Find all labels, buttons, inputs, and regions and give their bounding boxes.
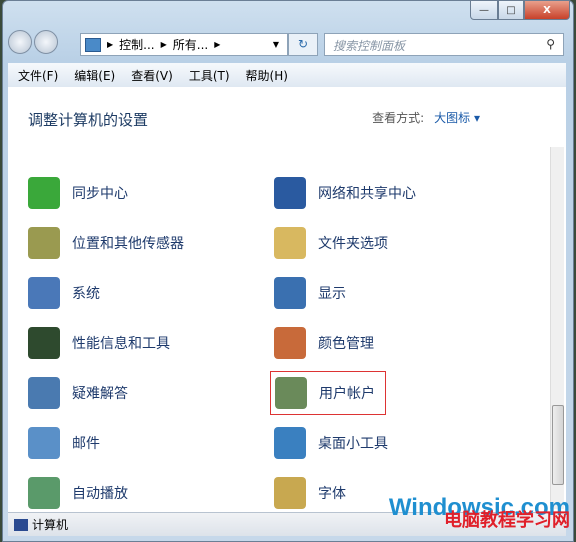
menu-edit[interactable]: 编辑(E) <box>74 67 115 84</box>
item-label: 网络和共享中心 <box>318 186 416 202</box>
control-panel-item[interactable]: 自动播放 <box>28 475 128 511</box>
menu-file[interactable]: 文件(F) <box>18 67 58 84</box>
item-icon <box>274 277 306 309</box>
item-label: 疑难解答 <box>72 386 128 402</box>
control-panel-item[interactable]: 颜色管理 <box>274 325 374 361</box>
item-icon <box>274 477 306 509</box>
computer-icon <box>14 518 28 531</box>
item-icon <box>28 477 60 509</box>
menu-tools[interactable]: 工具(T) <box>189 67 230 84</box>
item-label: 系统 <box>72 286 100 302</box>
chevron-right-icon: ▶ <box>160 40 167 49</box>
item-label: 自动播放 <box>72 486 128 502</box>
item-label: 同步中心 <box>72 186 128 202</box>
maximize-button[interactable]: □ <box>498 0 524 20</box>
item-label: 位置和其他传感器 <box>72 236 184 252</box>
item-icon <box>28 277 60 309</box>
view-label: 查看方式: <box>372 111 425 125</box>
control-panel-item[interactable]: 文件夹选项 <box>274 225 388 261</box>
item-label: 用户帐户 <box>319 386 375 402</box>
item-icon <box>274 177 306 209</box>
item-icon <box>274 427 306 459</box>
control-panel-item[interactable]: 疑难解答 <box>28 375 128 411</box>
view-by: 查看方式: 大图标 ▾ <box>372 109 480 126</box>
minimize-button[interactable]: — <box>470 0 498 20</box>
control-panel-icon <box>85 37 101 52</box>
item-icon <box>28 227 60 259</box>
item-label: 颜色管理 <box>318 336 374 352</box>
search-icon: ⚲ <box>546 37 555 51</box>
item-label: 桌面小工具 <box>318 436 388 452</box>
control-panel-item[interactable]: 邮件 <box>28 425 100 461</box>
forward-button[interactable] <box>34 30 58 54</box>
item-label: 性能信息和工具 <box>72 336 170 352</box>
control-panel-item[interactable]: 网络和共享中心 <box>274 175 416 211</box>
menu-help[interactable]: 帮助(H) <box>246 67 288 84</box>
item-icon <box>274 227 306 259</box>
control-panel-item[interactable]: 显示 <box>274 275 346 311</box>
caption-buttons: — □ X <box>470 0 570 20</box>
item-label: 字体 <box>318 486 346 502</box>
page-title: 调整计算机的设置 <box>28 111 149 129</box>
control-panel-item[interactable]: 同步中心 <box>28 175 128 211</box>
item-label: 文件夹选项 <box>318 236 388 252</box>
control-panel-item[interactable]: 桌面小工具 <box>274 425 388 461</box>
search-placeholder: 搜索控制面板 <box>333 39 406 53</box>
back-button[interactable] <box>8 30 32 54</box>
item-icon <box>275 377 307 409</box>
item-icon <box>28 377 60 409</box>
address-bar[interactable]: ▶ 控制... ▶ 所有... ▶ ▼ <box>80 33 288 56</box>
control-panel-item[interactable]: 用户帐户 <box>270 371 386 415</box>
control-panel-item[interactable]: 系统 <box>28 275 100 311</box>
menu-bar: 文件(F) 编辑(E) 查看(V) 工具(T) 帮助(H) <box>8 63 566 87</box>
control-panel-item[interactable]: 性能信息和工具 <box>28 325 170 361</box>
search-input[interactable]: 搜索控制面板 ⚲ <box>324 33 564 56</box>
breadcrumb[interactable]: 控制... <box>119 36 154 53</box>
chevron-right-icon: ▶ <box>214 40 221 49</box>
item-label: 邮件 <box>72 436 100 452</box>
control-panel-item[interactable]: 字体 <box>274 475 346 511</box>
item-icon <box>274 327 306 359</box>
close-button[interactable]: X <box>524 0 570 20</box>
control-panel-item[interactable]: 位置和其他传感器 <box>28 225 184 261</box>
watermark: Windowsic.com 电脑教程学习网 <box>389 496 570 530</box>
scrollbar[interactable] <box>550 147 564 509</box>
status-text: 计算机 <box>32 518 69 532</box>
item-icon <box>28 177 60 209</box>
view-dropdown[interactable]: 大图标 ▾ <box>434 111 480 125</box>
item-icon <box>28 427 60 459</box>
breadcrumb[interactable]: 所有... <box>173 36 208 53</box>
refresh-button[interactable]: ↻ <box>288 33 318 56</box>
chevron-down-icon[interactable]: ▼ <box>273 40 279 49</box>
chevron-right-icon: ▶ <box>107 40 114 49</box>
nav-buttons <box>8 30 60 54</box>
item-icon <box>28 327 60 359</box>
content-area: 调整计算机的设置 查看方式: 大图标 ▾ 同步中心位置和其他传感器 系统性能信息和工… <box>8 87 566 512</box>
menu-view[interactable]: 查看(V) <box>131 67 173 84</box>
item-label: 显示 <box>318 286 346 302</box>
scrollbar-thumb[interactable] <box>552 405 564 485</box>
